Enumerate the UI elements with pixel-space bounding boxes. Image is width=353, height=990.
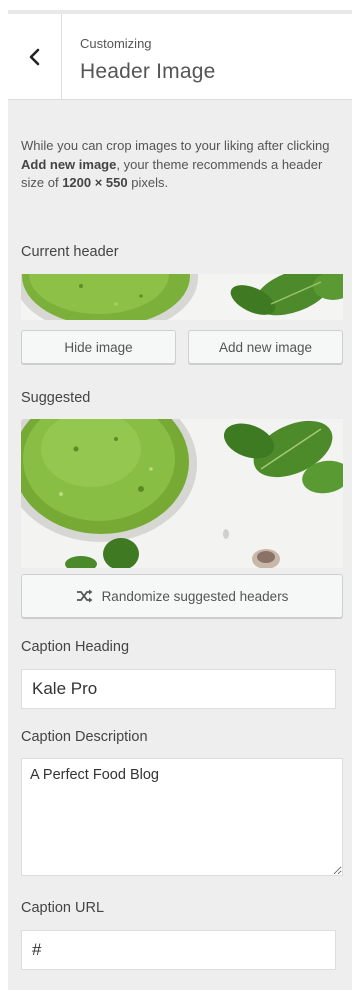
suggested-label: Suggested bbox=[21, 390, 91, 406]
back-button[interactable] bbox=[8, 14, 62, 100]
page-title: Header Image bbox=[80, 60, 216, 83]
hide-image-button[interactable]: Hide image bbox=[21, 330, 176, 364]
header-size-description: While you can crop images to your liking… bbox=[21, 137, 331, 193]
suggested-header-picture bbox=[21, 419, 343, 568]
description-text: pixels. bbox=[127, 175, 169, 190]
description-add-new-image: Add new image bbox=[21, 156, 117, 172]
caption-heading-label: Caption Heading bbox=[21, 639, 130, 655]
panel-header: Customizing Header Image bbox=[8, 10, 352, 100]
caption-heading-input[interactable] bbox=[21, 669, 336, 709]
caption-url-label: Caption URL bbox=[21, 900, 105, 916]
current-header-picture bbox=[21, 274, 343, 320]
description-size: 1200 × 550 bbox=[62, 175, 128, 190]
shuffle-icon bbox=[76, 589, 94, 603]
add-new-image-button[interactable]: Add new image bbox=[188, 330, 343, 364]
suggested-header-image[interactable] bbox=[21, 419, 343, 568]
chevron-left-icon bbox=[29, 48, 39, 66]
customizer-panel: Customizing Header Image While you can c… bbox=[8, 10, 352, 990]
caption-url-input[interactable] bbox=[21, 930, 336, 970]
current-header-label: Current header bbox=[21, 244, 119, 260]
description-text: While you can crop images to your liking… bbox=[21, 138, 330, 153]
caption-description-textarea[interactable]: A Perfect Food Blog bbox=[21, 758, 343, 876]
header-subtitle: Customizing bbox=[80, 36, 152, 51]
current-header-image[interactable] bbox=[21, 274, 343, 320]
caption-description-label: Caption Description bbox=[21, 729, 148, 745]
randomize-headers-button[interactable]: Randomize suggested headers bbox=[21, 574, 343, 618]
randomize-button-label: Randomize suggested headers bbox=[101, 588, 289, 604]
